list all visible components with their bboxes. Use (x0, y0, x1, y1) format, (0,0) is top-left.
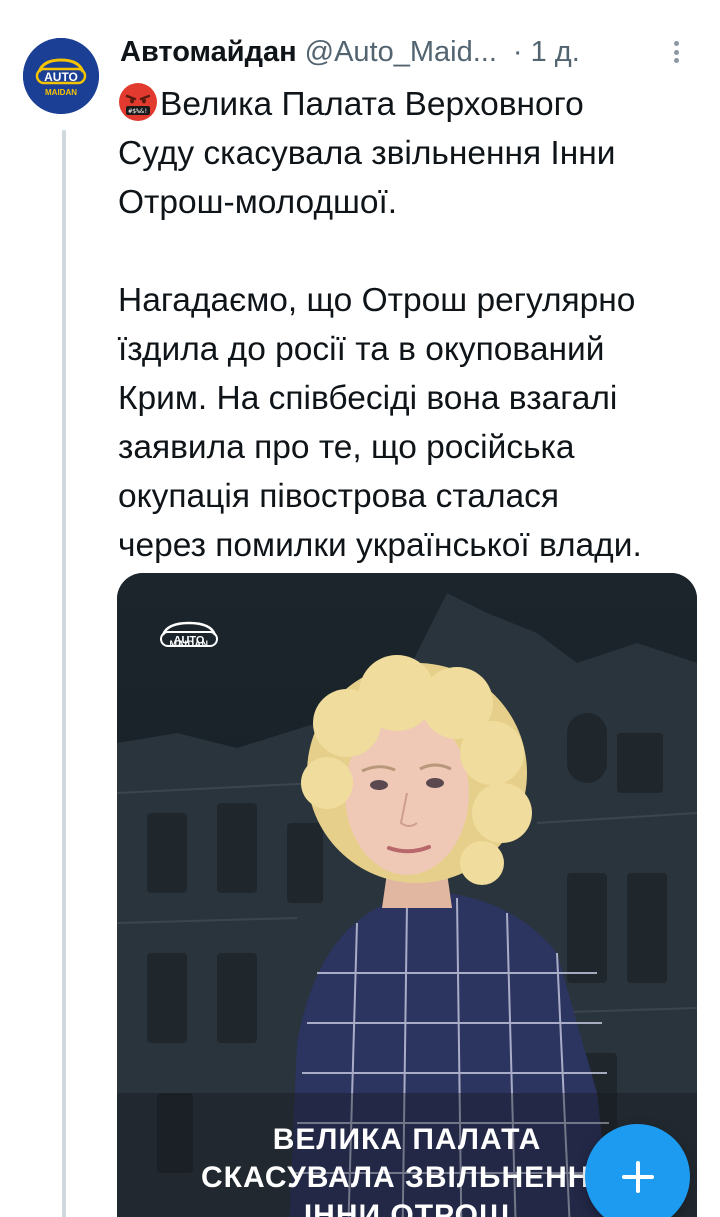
tweet-screen: AUTO MAIDAN Автомайдан @Auto_Maid... · 1… (0, 0, 720, 1217)
tweet-text: #$%&! Велика Палата Верховного Суду скас… (118, 80, 708, 570)
thread-line (62, 130, 66, 1217)
tweet-line: Крим. На співбесіді вона взагалі (118, 380, 618, 417)
tweet-line: Отрош-молодшої. (118, 184, 398, 221)
automaidan-logo-icon: AUTO MAIDAN (23, 38, 99, 114)
svg-text:AUTO: AUTO (44, 70, 78, 84)
tweet-time[interactable]: · 1 д. (513, 36, 580, 69)
display-name[interactable]: Автомайдан (120, 36, 297, 69)
tweet-line: Суду скасувала звільнення Інни (118, 135, 616, 172)
tweet-header: Автомайдан @Auto_Maid... · 1 д. (120, 32, 700, 72)
tweet-line: заявила про те, що російська (118, 429, 575, 466)
more-options-icon[interactable] (666, 38, 686, 66)
angry-censored-emoji-icon: #$%&! (119, 83, 157, 121)
user-handle[interactable]: @Auto_Maid... (305, 36, 497, 69)
tweet-line: окупація півострова сталася (118, 478, 560, 515)
tweet-line: Велика Палата Верховного (160, 86, 584, 123)
tweet-media-image[interactable]: AUTO MAIDAN ВЕЛИКА ПАЛАТА СКАСУВАЛА ЗВІЛ… (117, 573, 697, 1217)
tweet-line: Нагадаємо, що Отрош регулярно (118, 282, 636, 319)
svg-text:#$%&!: #$%&! (128, 107, 148, 115)
tweet-line: через помилки української влади. (118, 527, 642, 564)
tweet-line: їздила до росії та в окупований (118, 331, 605, 368)
avatar[interactable]: AUTO MAIDAN (23, 38, 99, 114)
svg-text:MAIDAN: MAIDAN (45, 88, 77, 97)
automaidan-watermark-icon: AUTO (160, 621, 218, 647)
plus-icon (621, 1160, 654, 1193)
watermark-subtitle: MAIDAN (169, 639, 209, 649)
